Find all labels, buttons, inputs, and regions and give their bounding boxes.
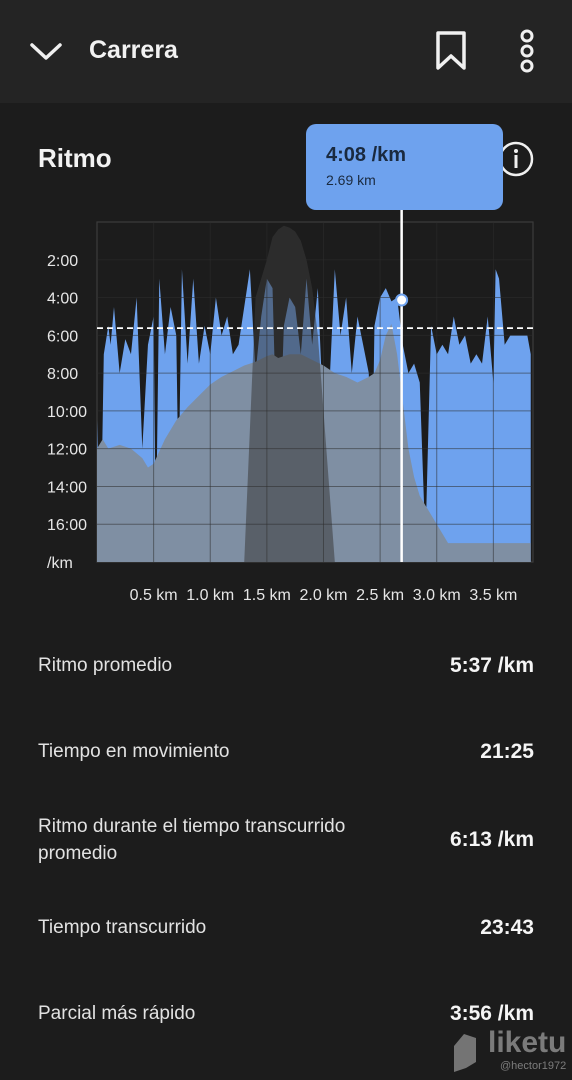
x-tick-label: 3.0 km — [413, 587, 461, 604]
stat-value: 5:37 /km — [449, 653, 534, 677]
x-tick-label: 2.5 km — [356, 587, 404, 604]
y-tick-label: 10:00 — [47, 404, 87, 421]
chart-tooltip: 4:08 /km 2.69 km — [306, 124, 503, 210]
y-tick-label: 12:00 — [47, 442, 87, 459]
liketu-logo-icon — [454, 1034, 476, 1072]
section-title: Ritmo — [38, 143, 112, 173]
stat-label: Tiempo en movimiento — [38, 741, 230, 762]
y-tick-label: 8:00 — [47, 366, 78, 383]
y-tick-label: /km — [47, 555, 73, 572]
highlight-area — [244, 225, 335, 562]
y-tick-label: 4:00 — [47, 291, 78, 308]
stat-row-elapsed-pace: Ritmo durante el tiempo transcurrido pro… — [38, 813, 534, 867]
top-bar: Carrera — [0, 0, 572, 103]
y-tick-label: 6:00 — [47, 328, 78, 345]
stat-row-average-pace: Ritmo promedio 5:37 /km — [38, 652, 534, 679]
bookmark-button[interactable] — [433, 30, 469, 72]
x-tick-label: 2.0 km — [299, 587, 347, 604]
stat-label: Parcial más rápido — [38, 1003, 196, 1024]
stat-label: Ritmo promedio — [38, 655, 173, 676]
tooltip-distance: 2.69 km — [326, 172, 376, 188]
chevron-down-icon — [30, 43, 62, 60]
watermark-user: @hector1972 — [500, 1060, 567, 1072]
x-tick-label: 1.0 km — [186, 587, 234, 604]
y-tick-label: 2:00 — [47, 253, 78, 270]
tooltip-pace: 4:08 /km — [326, 144, 407, 166]
stat-value: 21:25 — [480, 739, 534, 763]
y-tick-label: 14:00 — [47, 479, 87, 496]
watermark: liketu @hector1972 — [442, 1022, 572, 1080]
more-vertical-icon — [520, 29, 534, 73]
stat-label: Ritmo durante el tiempo transcurrido pro… — [38, 816, 346, 864]
stat-row-elapsed-time: Tiempo transcurrido 23:43 — [38, 914, 534, 941]
x-tick-label: 0.5 km — [130, 587, 178, 604]
stat-value: 23:43 — [480, 915, 534, 939]
collapse-button[interactable] — [28, 36, 64, 66]
watermark-brand: liketu — [488, 1026, 567, 1059]
pace-chart[interactable]: 2:00 4:00 6:00 8:00 10:00 12:00 14:00 16:00/km 0… — [0, 200, 572, 620]
bookmark-icon — [436, 31, 466, 70]
x-tick-label: 3.5 km — [469, 587, 517, 604]
page-title: Carrera — [89, 36, 178, 64]
y-tick-label: 16:00 — [47, 517, 87, 534]
x-tick-label: 1.5 km — [243, 587, 291, 604]
stat-label: Tiempo transcurrido — [38, 917, 207, 938]
stat-row-moving-time: Tiempo en movimiento 21:25 — [38, 738, 534, 765]
stat-value: 6:13 /km — [449, 828, 534, 851]
more-options-button[interactable] — [512, 28, 542, 74]
cursor-point — [395, 293, 409, 307]
